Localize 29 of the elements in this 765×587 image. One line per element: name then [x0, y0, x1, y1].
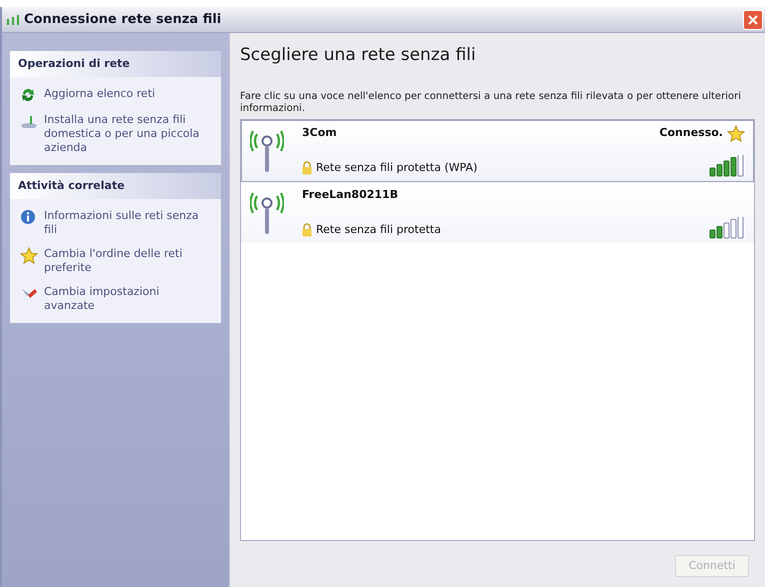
wireless-antenna-icon	[250, 128, 284, 174]
panel-title: Attività correlate	[18, 178, 125, 194]
lock-icon	[302, 223, 312, 238]
wireless-antenna-icon	[250, 190, 284, 236]
star-icon	[727, 124, 745, 142]
task-link[interactable]: Informazioni sulle reti senza fili	[20, 209, 211, 237]
task-link[interactable]: Cambia impostazioni avanzate	[20, 285, 211, 313]
security-label: Rete senza fili protetta (WPA)	[316, 160, 478, 176]
info-icon	[20, 209, 36, 225]
window-title: Connessione rete senza fili	[24, 10, 222, 29]
lock-icon	[302, 161, 312, 176]
instructions-text: Fare clic su una voce nell'elenco per connettersi a una rete senza fili rilevata o per ottenere ulteriori informazioni.	[240, 90, 742, 114]
wireless-icon	[6, 14, 20, 24]
page-heading: Scegliere una rete senza fili	[240, 44, 477, 67]
panel-title: Operazioni di rete	[18, 56, 130, 72]
network-item[interactable]: 3Com Connesso. Rete senza fili protetta (WPA)	[241, 120, 754, 182]
close-button[interactable]	[743, 10, 763, 30]
connection-status: Connesso.	[659, 125, 723, 142]
task-link[interactable]: Installa una rete senza fili domestica o per una piccola azienda	[20, 113, 211, 155]
star-icon	[20, 247, 38, 265]
network-name: 3Com	[302, 124, 337, 140]
refresh-icon	[20, 87, 36, 103]
network-name: FreeLan80211B	[302, 186, 398, 202]
security-label: Rete senza fili protetta	[316, 222, 441, 238]
close-icon	[748, 14, 758, 24]
network-item[interactable]: FreeLan80211B Rete senza fili protetta	[241, 182, 754, 244]
task-link[interactable]: Cambia l'ordine delle reti preferite	[20, 247, 211, 275]
wireless-router-icon	[20, 113, 38, 129]
task-link[interactable]: Aggiorna elenco reti	[20, 87, 211, 103]
